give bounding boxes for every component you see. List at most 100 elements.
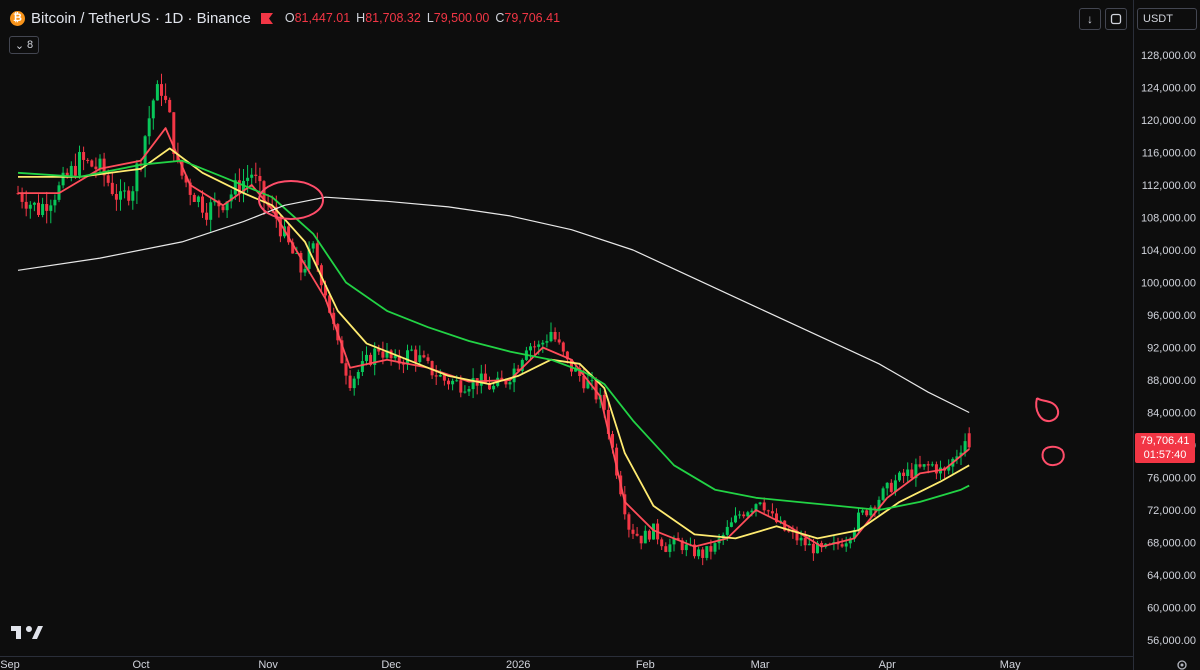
y-tick-label: 104,000.00 (1141, 245, 1196, 257)
candle-body (479, 373, 483, 386)
candle-body (168, 99, 172, 113)
candle-body (352, 378, 356, 389)
candle-body (94, 166, 98, 170)
y-tick-label: 64,000.00 (1147, 570, 1196, 582)
candle-body (69, 165, 73, 177)
candle-body (119, 191, 122, 200)
candle-body (20, 193, 24, 202)
y-tick-label: 96,000.00 (1147, 310, 1196, 322)
candle-body (426, 357, 430, 362)
candle-body (930, 464, 934, 466)
candle-body (766, 510, 770, 512)
candle-body (123, 190, 127, 192)
time-axis[interactable] (0, 656, 1133, 670)
y-tick-label: 88,000.00 (1147, 375, 1196, 387)
candle-body (164, 95, 168, 100)
candle-body (28, 204, 32, 209)
tradingview-logo[interactable] (11, 623, 43, 641)
candle-body (410, 349, 414, 351)
y-tick-label: 112,000.00 (1142, 180, 1196, 192)
y-tick-label: 108,000.00 (1141, 213, 1196, 225)
candle-body (758, 502, 762, 505)
y-tick-label: 128,000.00 (1141, 50, 1196, 62)
candle-body (967, 433, 971, 448)
candle-body (155, 84, 159, 101)
candle-body (438, 374, 442, 377)
candle-body (192, 194, 196, 202)
y-tick-label: 68,000.00 (1147, 538, 1196, 550)
candle-body (922, 464, 926, 467)
candle-body (857, 512, 860, 531)
last-price: 79,706.41 (1140, 435, 1190, 447)
candle-body (898, 472, 901, 481)
candle-body (455, 380, 459, 382)
candle-body (143, 136, 147, 164)
candle-body (73, 165, 77, 176)
candle-body (49, 205, 53, 211)
candle-body (348, 375, 352, 389)
candle-body (537, 344, 541, 347)
candle-body (459, 380, 463, 393)
candle-body (315, 243, 319, 266)
candle-body (561, 342, 565, 352)
settings-gear-icon[interactable] (1176, 658, 1188, 670)
candle-body (303, 268, 307, 273)
candle-body (553, 331, 557, 340)
candle-body (360, 361, 364, 373)
y-tick-label: 72,000.00 (1147, 505, 1196, 517)
candle-body (131, 191, 135, 201)
candle-body (709, 546, 713, 552)
moving-average-line-2 (18, 147, 970, 540)
y-tick-label: 84,000.00 (1147, 408, 1196, 420)
candle-body (196, 196, 200, 202)
candle-body (697, 549, 701, 557)
annotation-mark-ma-touch (1035, 397, 1060, 423)
candle-body (660, 539, 664, 547)
candle-body (701, 549, 705, 558)
last-price-label: 79,706.41 01:57:40 (1135, 433, 1195, 463)
candle-body (885, 482, 889, 489)
candle-body (631, 529, 635, 534)
candle-body (106, 175, 110, 183)
candle-body (529, 346, 532, 351)
candle-body (311, 243, 315, 249)
candle-body (61, 172, 65, 186)
candle-body (24, 201, 28, 209)
candle-body (246, 177, 250, 181)
candle-body (447, 380, 450, 385)
candle-body (533, 346, 537, 348)
y-tick-label: 76,000.00 (1147, 473, 1196, 485)
candle-body (647, 530, 651, 540)
candle-body (258, 175, 262, 182)
candle-body (541, 342, 545, 345)
candle-body (205, 212, 209, 220)
candle-body (151, 100, 155, 119)
candle-body (467, 389, 471, 392)
candle-body (770, 511, 774, 514)
candle-body (209, 202, 213, 220)
y-tick-label: 92,000.00 (1147, 343, 1196, 355)
candle-body (160, 84, 163, 96)
candle-body (45, 204, 49, 211)
candle-body (500, 377, 504, 380)
candle-body (53, 199, 57, 206)
candle-body (32, 202, 36, 205)
candle-body (902, 472, 906, 476)
candle-body (910, 469, 914, 479)
candle-body (422, 355, 426, 358)
candle-body (492, 385, 496, 390)
candle-body (746, 512, 750, 517)
candle-body (725, 526, 729, 535)
candle-body (844, 543, 848, 547)
candle-body (807, 543, 811, 546)
candle-body (434, 375, 438, 377)
candle-body (762, 502, 766, 511)
annotation-mark-support (1041, 445, 1065, 467)
candle-body (549, 331, 553, 342)
candle-body (881, 488, 885, 500)
candle-body (861, 510, 865, 513)
candle-body (201, 196, 204, 213)
candle-body (926, 464, 930, 466)
price-chart[interactable]: 128,000.00 124,000.00 120,000.00 116,000.00… (0, 0, 1200, 670)
candle-body (451, 380, 455, 385)
